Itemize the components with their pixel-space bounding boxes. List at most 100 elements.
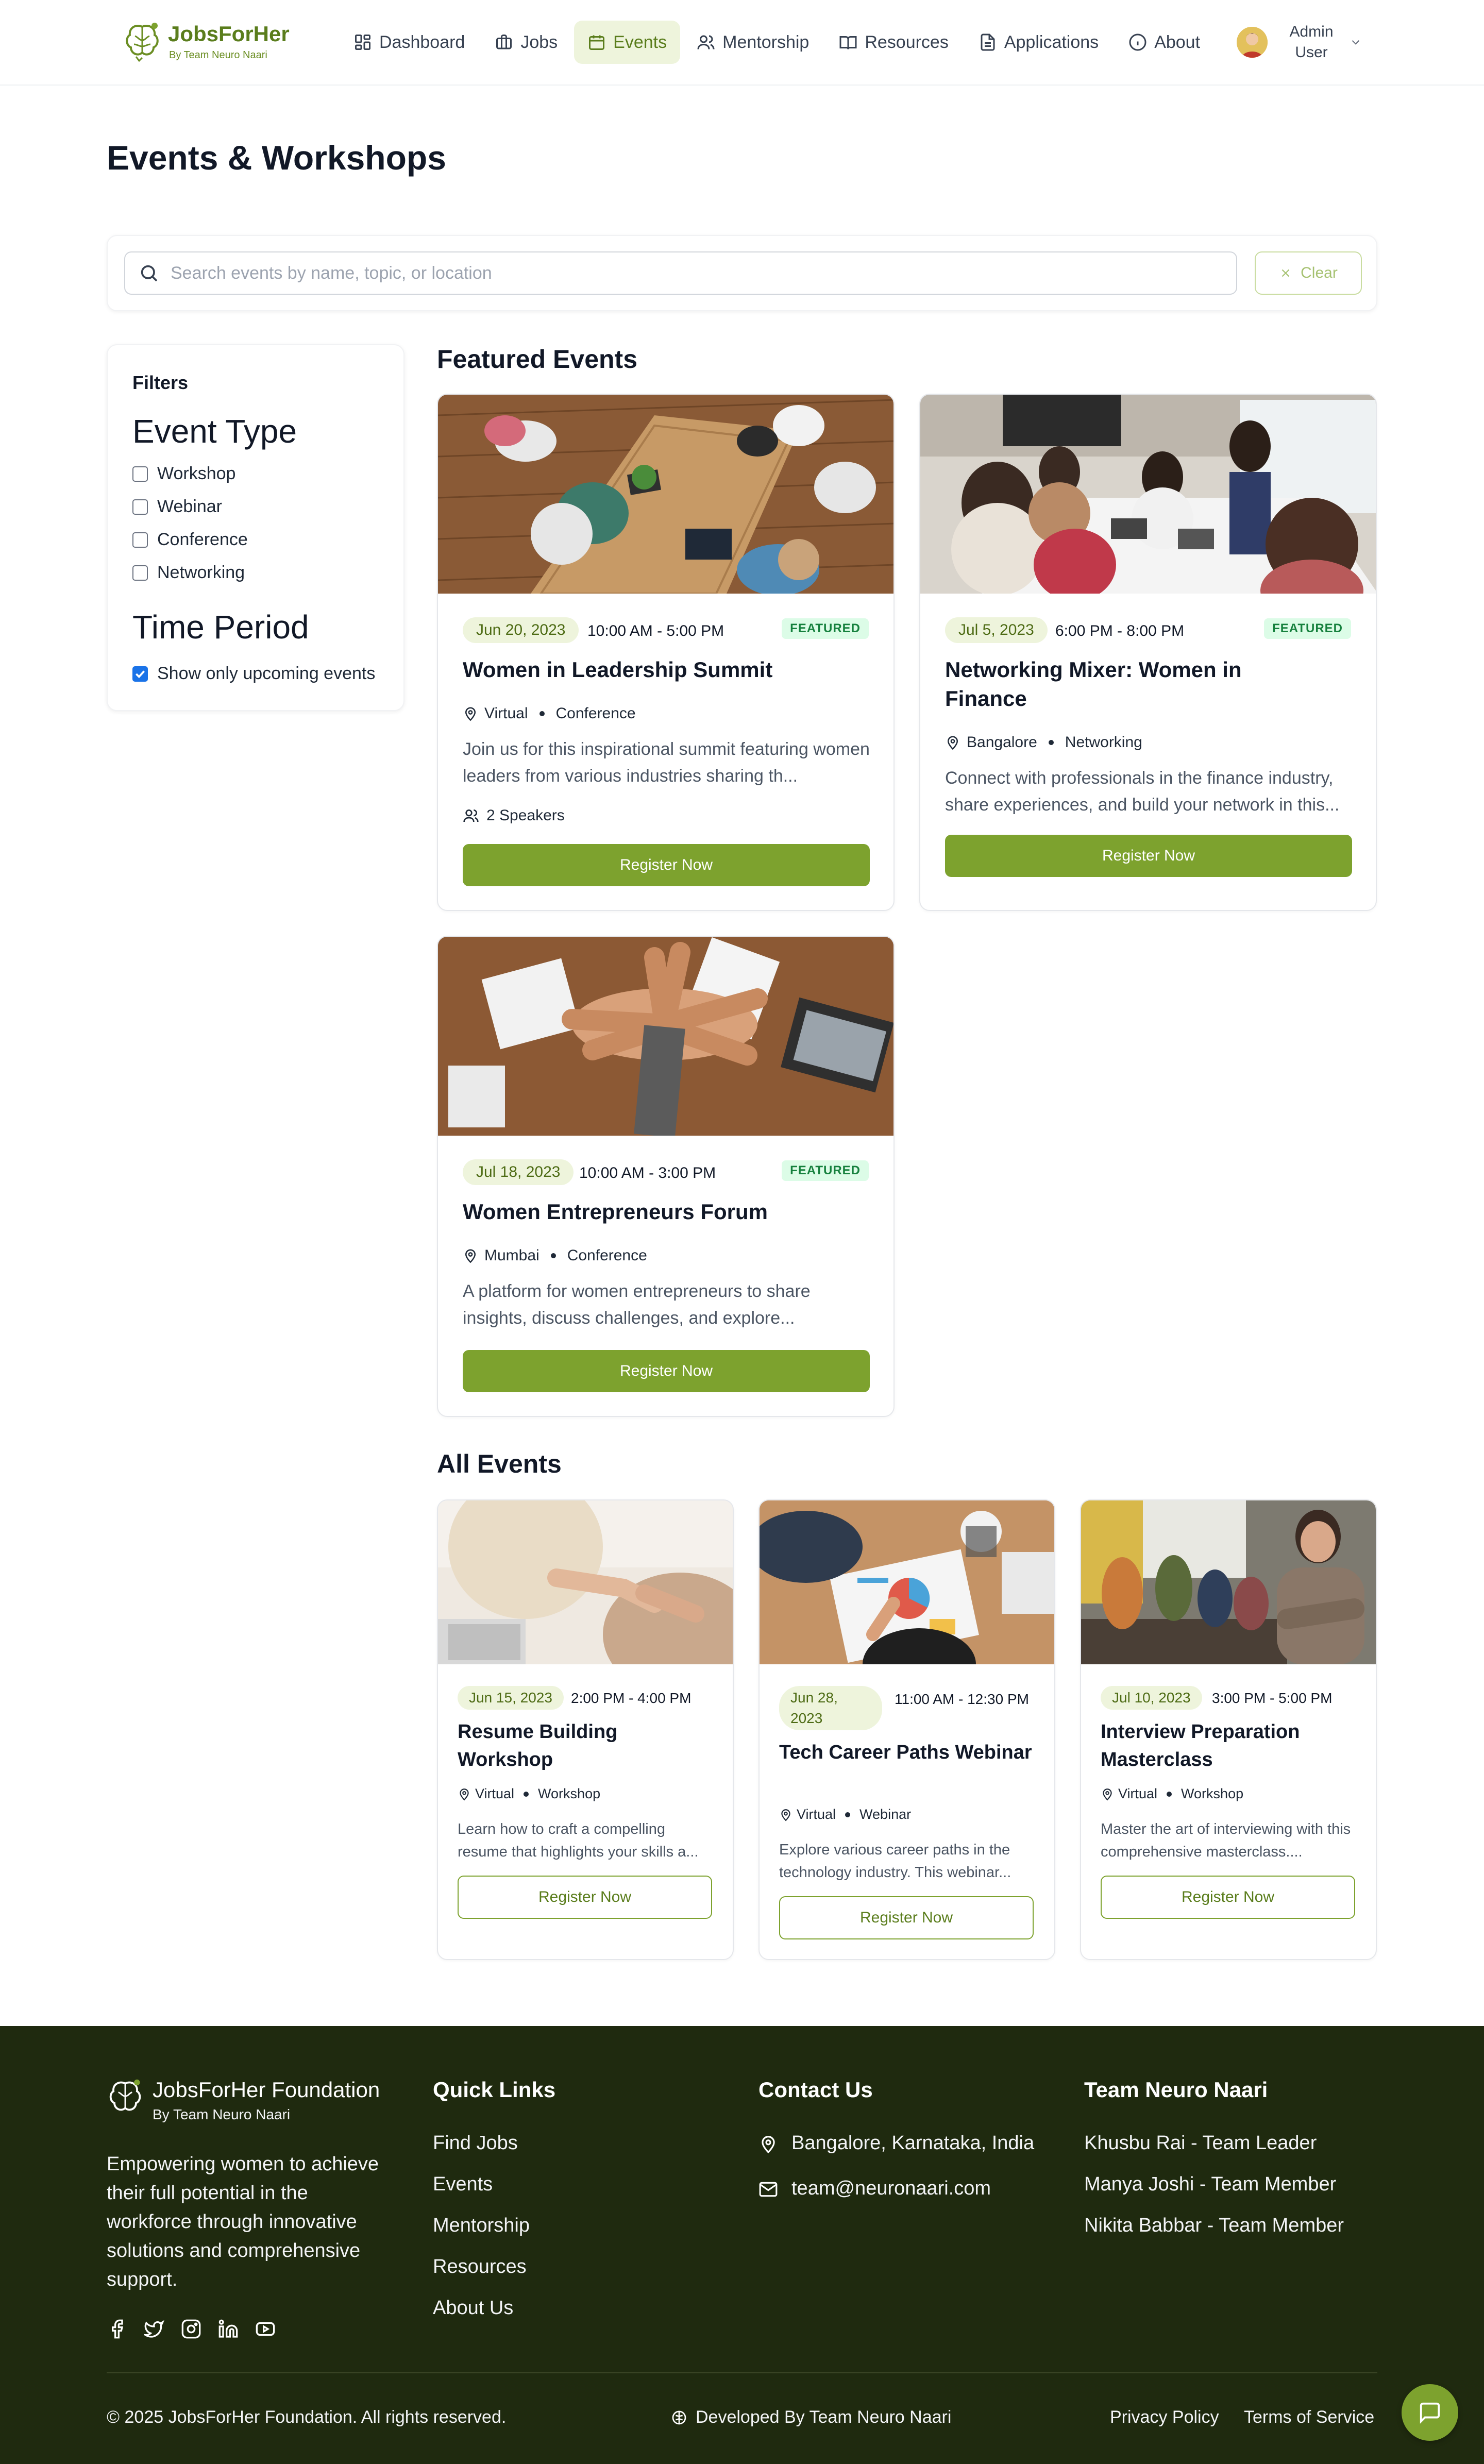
event-title: Tech Career Paths Webinar — [779, 1742, 1032, 1763]
event-title: Resume Building Workshop — [458, 1721, 618, 1770]
nav-about[interactable]: About — [1115, 21, 1213, 64]
briefcase-icon — [496, 35, 512, 49]
checkbox[interactable] — [132, 565, 148, 581]
nav-applications-label: Applications — [1004, 32, 1099, 52]
event-title: Women Entrepreneurs Forum — [463, 1200, 768, 1224]
quick-links-title: Quick Links — [433, 2078, 556, 2102]
event-speakers: 2 Speakers — [463, 807, 565, 824]
map-pin-icon — [465, 707, 476, 721]
event-image — [760, 1500, 1054, 1664]
filter-networking[interactable]: Networking — [132, 563, 245, 583]
map-pin-icon — [781, 1809, 790, 1821]
register-button[interactable]: Register Now — [1101, 1876, 1355, 1919]
register-button[interactable]: Register Now — [463, 1350, 870, 1392]
register-button[interactable]: Register Now — [458, 1876, 712, 1919]
chat-button[interactable] — [1402, 2384, 1458, 2441]
event-description: Join us for this inspirational summit fe… — [463, 739, 870, 786]
nav-applications[interactable]: Applications — [965, 21, 1112, 64]
nav-jobs-label: Jobs — [520, 32, 558, 52]
footer-email[interactable]: team@neuronaari.com — [791, 2178, 991, 2200]
footer-org-sub: By Team Neuro Naari — [153, 2106, 291, 2122]
user-menu[interactable]: Admin User — [1237, 21, 1365, 64]
featured-badge: FEATURED — [782, 1160, 869, 1181]
map-pin-icon — [465, 1249, 476, 1263]
checkbox[interactable] — [132, 532, 148, 548]
event-time: 3:00 PM - 5:00 PM — [1212, 1690, 1333, 1706]
clear-button[interactable]: Clear — [1255, 251, 1362, 295]
map-pin-icon — [947, 736, 958, 750]
team-member: Khusbu Rai - Team Leader — [1084, 2132, 1317, 2154]
event-image — [1081, 1500, 1376, 1664]
users-icon — [697, 35, 715, 49]
brand-logo-link[interactable]: JobsForHer By Team Neuro Naari — [124, 21, 290, 64]
event-date-pill: Jun 28, 2023 — [779, 1686, 882, 1730]
filter-workshop[interactable]: Workshop — [132, 464, 235, 484]
event-description: Learn how to craft a compelling resume t… — [458, 1821, 699, 1860]
contact-title: Contact Us — [758, 2078, 873, 2102]
main-menu: Dashboard Jobs Events Mentorship Resourc… — [340, 21, 1213, 64]
chat-bubble-icon — [1420, 2402, 1440, 2424]
checkbox[interactable] — [132, 499, 148, 515]
checkbox-checked[interactable] — [132, 666, 148, 682]
nav-mentorship[interactable]: Mentorship — [683, 21, 822, 64]
footer-link-mentorship[interactable]: Mentorship — [433, 2215, 530, 2237]
users-icon — [463, 809, 479, 822]
register-button[interactable]: Register Now — [463, 844, 870, 886]
filter-webinar-label: Webinar — [157, 497, 222, 516]
instagram-icon[interactable] — [181, 2319, 201, 2339]
separator-dot — [539, 711, 545, 716]
nav-jobs[interactable]: Jobs — [481, 21, 571, 64]
footer-link-about-us[interactable]: About Us — [433, 2297, 513, 2319]
search-box[interactable] — [124, 251, 1237, 295]
developed-by-text: Developed By Team Neuro Naari — [696, 2407, 952, 2427]
avatar — [1237, 27, 1268, 58]
event-date-pill: Jul 18, 2023 — [463, 1159, 574, 1185]
nav-dashboard[interactable]: Dashboard — [340, 21, 478, 64]
nav-events[interactable]: Events — [574, 21, 681, 64]
filter-conference[interactable]: Conference — [132, 530, 248, 550]
event-card: Jul 10, 2023 3:00 PM - 5:00 PM Interview… — [1080, 1499, 1377, 1960]
footer-link-resources[interactable]: Resources — [433, 2256, 527, 2278]
filter-webinar[interactable]: Webinar — [132, 497, 222, 517]
checkbox[interactable] — [132, 466, 148, 482]
filter-conference-label: Conference — [157, 530, 248, 549]
separator-dot — [550, 1253, 556, 1258]
event-time: 2:00 PM - 4:00 PM — [571, 1690, 692, 1706]
time-period-heading: Time Period — [132, 609, 309, 646]
user-name-line2: User — [1295, 44, 1328, 61]
event-meta: Virtual Conference — [463, 705, 636, 722]
event-meta: Bangalore Networking — [945, 734, 1142, 751]
footer-link-find-jobs[interactable]: Find Jobs — [433, 2132, 518, 2154]
brain-icon — [672, 2410, 686, 2425]
user-name: Admin User — [1283, 22, 1340, 63]
all-events-heading: All Events — [437, 1449, 562, 1478]
youtube-icon[interactable] — [255, 2319, 276, 2339]
register-button[interactable]: Register Now — [945, 835, 1352, 877]
separator-dot — [845, 1812, 851, 1817]
featured-event-card: Jun 20, 2023 10:00 AM - 5:00 PM FEATURED… — [437, 394, 895, 911]
search-input[interactable] — [171, 263, 1150, 283]
facebook-icon[interactable] — [107, 2319, 127, 2339]
separator-dot — [1048, 740, 1054, 745]
team-title: Team Neuro Naari — [1084, 2078, 1268, 2102]
nav-resources[interactable]: Resources — [825, 21, 962, 64]
event-meta: Virtual Workshop — [1101, 1786, 1243, 1802]
privacy-policy-link[interactable]: Privacy Policy — [1110, 2407, 1219, 2427]
event-meta: Virtual Webinar — [779, 1807, 911, 1822]
event-location: Virtual — [475, 1786, 515, 1801]
featured-event-card: Jul 5, 2023 6:00 PM - 8:00 PM FEATURED N… — [919, 394, 1377, 911]
register-button[interactable]: Register Now — [779, 1896, 1034, 1939]
event-type: Webinar — [859, 1807, 912, 1822]
nav-about-label: About — [1154, 32, 1201, 52]
event-location: Virtual — [1118, 1786, 1158, 1801]
event-type: Workshop — [1181, 1786, 1244, 1801]
footer-link-events[interactable]: Events — [433, 2173, 493, 2196]
filter-upcoming[interactable]: Show only upcoming events — [132, 664, 375, 684]
copyright-text: © 2025 JobsForHer Foundation. All rights… — [107, 2407, 507, 2427]
event-date-pill: Jun 15, 2023 — [458, 1686, 564, 1710]
twitter-icon[interactable] — [144, 2319, 164, 2339]
dashboard-icon — [355, 35, 370, 50]
terms-of-service-link[interactable]: Terms of Service — [1244, 2407, 1374, 2427]
team-member: Nikita Babbar - Team Member — [1084, 2215, 1344, 2236]
linkedin-icon[interactable] — [218, 2319, 239, 2339]
